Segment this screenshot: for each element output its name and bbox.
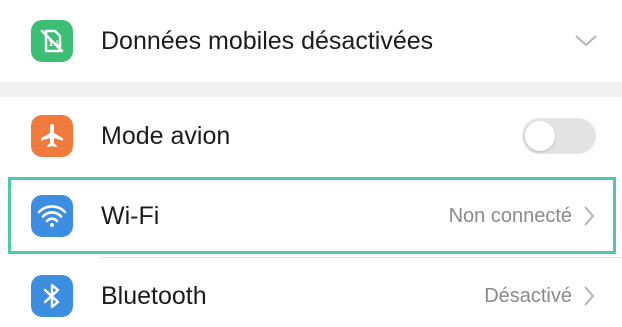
airplane-icon [31, 115, 73, 157]
bluetooth-status: Désactivé [484, 285, 572, 307]
wifi-icon [31, 195, 73, 237]
settings-item-mobile-data[interactable]: 1↓ Données mobiles désactivées [0, 0, 622, 82]
mobile-data-label: Données mobiles désactivées [101, 27, 434, 55]
airplane-mode-label: Mode avion [101, 122, 231, 150]
chevron-down-icon[interactable] [574, 30, 598, 52]
airplane-mode-toggle[interactable] [522, 118, 596, 154]
chevron-right-icon[interactable] [582, 285, 596, 307]
wifi-label: Wi-Fi [101, 202, 160, 230]
section-separator [0, 82, 622, 97]
wifi-status: Non connecté [448, 205, 572, 227]
toggle-knob [525, 121, 555, 151]
bluetooth-icon [31, 275, 73, 317]
settings-item-bluetooth[interactable]: Bluetooth Désactivé [0, 257, 622, 327]
settings-item-wifi[interactable]: Wi-Fi Non connecté [0, 175, 622, 257]
bluetooth-label: Bluetooth [101, 282, 207, 310]
settings-item-airplane-mode[interactable]: Mode avion [0, 97, 622, 175]
mobile-data-off-icon: 1↓ [31, 20, 73, 62]
chevron-right-icon[interactable] [582, 205, 596, 227]
